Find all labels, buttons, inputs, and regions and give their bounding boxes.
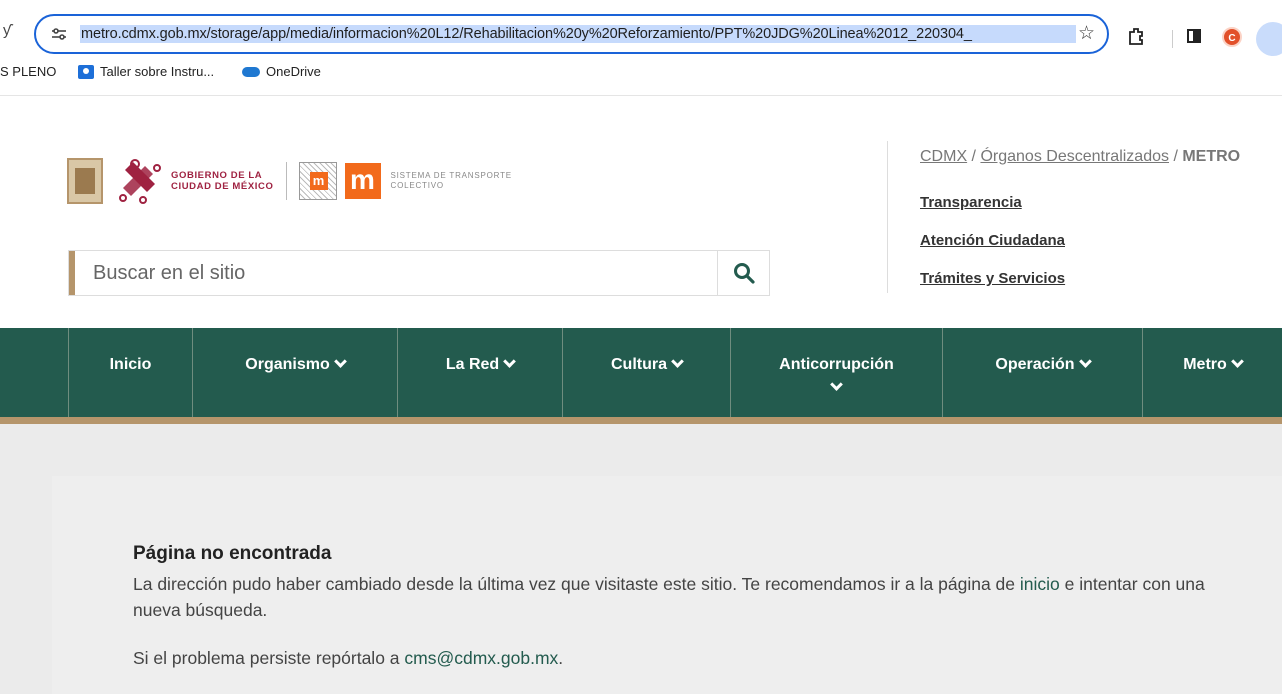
breadcrumb-separator: / (967, 148, 981, 165)
omnibox[interactable]: metro.cdmx.gob.mx/storage/app/media/info… (34, 14, 1109, 54)
chevron-down-icon (671, 355, 684, 368)
breadcrumb-organos[interactable]: Órganos Descentralizados (980, 148, 1169, 165)
link-transparencia[interactable]: Transparencia (920, 194, 1022, 211)
page-title: Página no encontrada (133, 543, 332, 564)
bookmark-taller[interactable]: Taller sobre Instru... (78, 64, 214, 79)
logo-divider (285, 162, 287, 200)
profile-avatar[interactable]: C (1222, 27, 1242, 47)
chevron-down-icon (1078, 355, 1092, 368)
nav-label: Operación (995, 356, 1075, 373)
site-search (68, 250, 770, 296)
nav-label: Metro (1183, 356, 1227, 373)
extensions-icon[interactable] (1126, 26, 1146, 46)
site-header: GOBIERNO DE LA CIUDAD DE MÉXICO m SISTEM… (0, 96, 1282, 328)
back-icon[interactable]: ƴ (3, 22, 11, 39)
link-atencion-ciudadana[interactable]: Atención Ciudadana (920, 232, 1065, 249)
gov-line-2: CIUDAD DE MÉXICO (171, 181, 274, 192)
search-button[interactable] (717, 251, 769, 295)
header-divider (887, 141, 888, 293)
bookmark-label: S PLENO (0, 64, 57, 79)
chevron-down-icon (830, 378, 843, 391)
gov-line-1: GOBIERNO DE LA (171, 170, 263, 181)
nav-item-metro[interactable]: Metro (1142, 328, 1282, 417)
bookmark-star-icon[interactable]: ☆ (1078, 22, 1095, 45)
nav-item-operacion[interactable]: Operación (942, 328, 1142, 417)
email-link[interactable]: cms@cdmx.gob.mx (404, 648, 558, 668)
breadcrumb-current: METRO (1182, 148, 1241, 165)
classroom-icon (78, 64, 94, 79)
url-text[interactable]: metro.cdmx.gob.mx/storage/app/media/info… (80, 25, 1076, 43)
nav-label: La Red (445, 356, 500, 373)
toolbar-divider (1172, 30, 1173, 48)
search-icon (734, 263, 755, 284)
main-nav: Inicio Organismo La Red Cultura Anticorr… (0, 328, 1282, 417)
nav-label: Anticorrupción (779, 356, 894, 373)
nav-label: Inicio (109, 356, 152, 373)
nav-label: Cultura (611, 356, 667, 373)
breadcrumb-cdmx[interactable]: CDMX (920, 148, 967, 165)
address-row: ƴ metro.cdmx.gob.mx/storage/app/media/in… (0, 12, 1282, 56)
bookmark-onedrive[interactable]: OneDrive (242, 64, 321, 79)
nav-item-organismo[interactable]: Organismo (192, 328, 397, 417)
bookmark-pleno[interactable]: S PLENO (0, 64, 56, 79)
search-input[interactable] (75, 251, 717, 295)
chevron-down-icon (333, 355, 347, 368)
report-message: Si el problema persiste repórtalo a cms@… (133, 648, 563, 669)
link-tramites-servicios[interactable]: Trámites y Servicios (920, 270, 1065, 287)
breadcrumb: CDMX / Órganos Descentralizados / METRO (920, 148, 1240, 166)
bookmark-label: Taller sobre Instru... (100, 64, 215, 79)
nav-item-la-red[interactable]: La Red (397, 328, 562, 417)
report-end: . (558, 648, 564, 668)
report-text: Si el problema persiste repórtalo a (133, 648, 405, 668)
nav-item-anticorrupcion[interactable]: Anticorrupción (730, 328, 942, 417)
bookmarks-bar: S PLENO Taller sobre Instru... OneDrive (0, 60, 1282, 86)
bookmark-label: OneDrive (266, 64, 321, 79)
chevron-down-icon (1230, 355, 1244, 368)
nav-item-inicio[interactable]: Inicio (68, 328, 192, 417)
chevron-down-icon (503, 355, 517, 368)
message-text: La dirección pudo haber cambiado desde l… (133, 574, 1020, 594)
inicio-link[interactable]: inicio (1020, 574, 1060, 594)
site-info-icon[interactable] (50, 25, 68, 43)
cdmx-coat-of-arms-icon (67, 158, 103, 204)
cdmx-emblem-icon (119, 159, 161, 204)
nav-item-cultura[interactable]: Cultura (562, 328, 730, 417)
stc-line-1: SISTEMA DE TRANSPORTE (390, 171, 512, 180)
stc-pattern-logo-icon (298, 162, 337, 200)
profile-button[interactable] (1256, 22, 1282, 56)
nav-gold-stripe (0, 417, 1282, 424)
nav-label: Organismo (245, 356, 330, 373)
onedrive-cloud-icon (242, 66, 260, 77)
gov-cdmx-wordmark: GOBIERNO DE LA CIUDAD DE MÉXICO (171, 170, 274, 192)
metro-m-logo-icon: m (344, 163, 381, 199)
breadcrumb-separator: / (1169, 148, 1183, 165)
logo-group[interactable]: GOBIERNO DE LA CIUDAD DE MÉXICO m SISTEM… (67, 154, 512, 208)
not-found-message: La dirección pudo haber cambiado desde l… (133, 571, 1223, 623)
stc-line-2: COLECTIVO (390, 181, 444, 190)
stc-wordmark: SISTEMA DE TRANSPORTE COLECTIVO (391, 171, 512, 191)
browser-chrome: ƴ metro.cdmx.gob.mx/storage/app/media/in… (0, 0, 1282, 96)
side-panel-icon[interactable] (1187, 29, 1201, 43)
